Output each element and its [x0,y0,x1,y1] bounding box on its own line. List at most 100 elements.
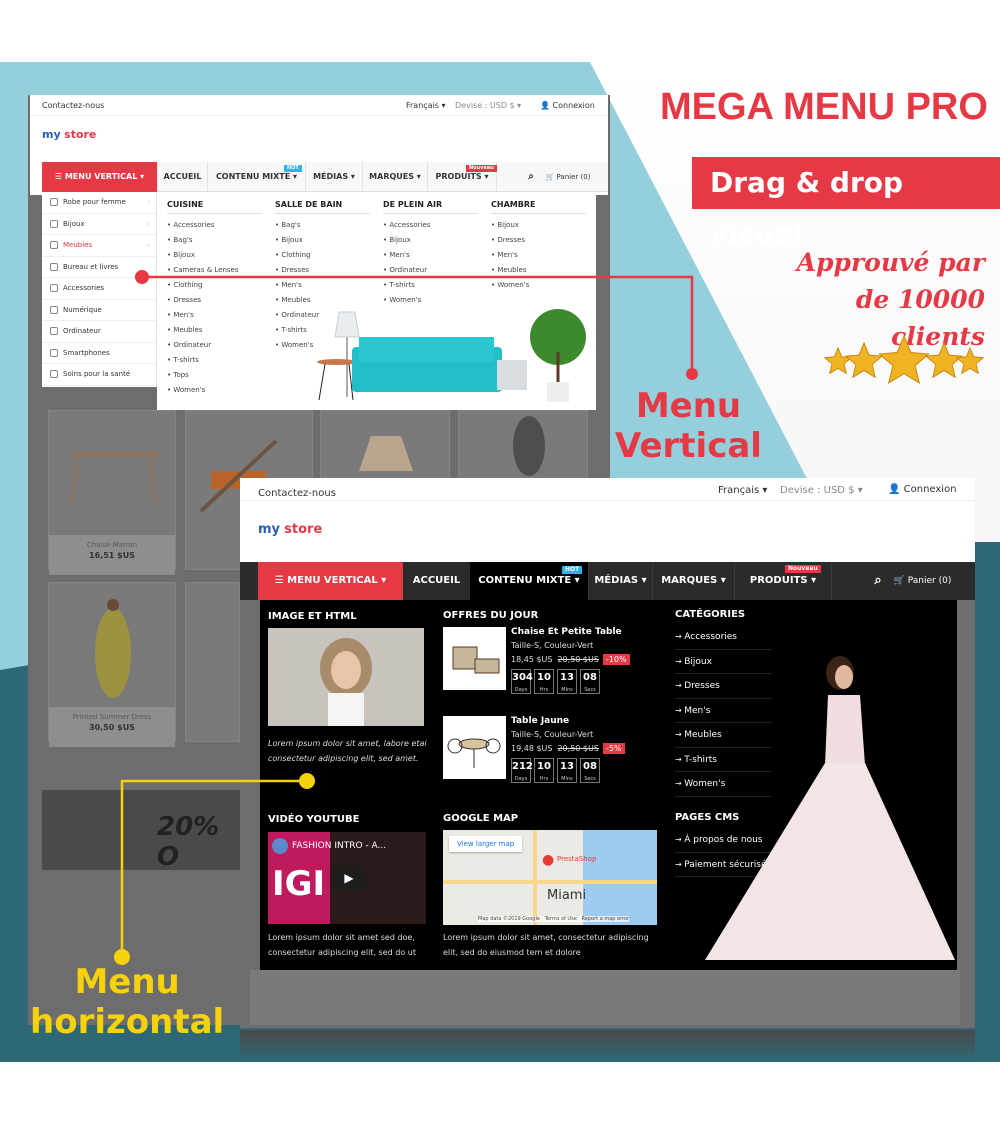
nav-brands[interactable]: MARQUES ▾ [362,162,427,192]
promo-subtitle: Drag & drop visuel [692,157,1000,251]
dress-model-image [513,416,545,476]
countdown-seconds: 08 Secs [580,669,600,694]
logo-store: store [64,128,97,141]
search-icon[interactable]: ⌕ [524,162,538,192]
countdown-days: 304 Days [511,669,533,694]
nav-media[interactable]: MÉDIAS ▾ [305,162,362,192]
star-icon [878,334,930,385]
column-title: SALLE DE BAIN [275,200,370,214]
hot-badge: HOT [562,566,583,574]
mega-link[interactable]: Accessories [383,218,478,233]
login-link[interactable]: 👤 Connexion [888,484,957,495]
woman-photo[interactable] [268,628,424,726]
menu-item-label: Soins pour la santé [63,370,131,379]
language-select[interactable]: Français ▾ [718,485,767,496]
nav-mixed-content[interactable]: CONTENU MIXTE ▾ HOT [207,162,305,192]
nav-products[interactable]: PRODUITS ▾ Nouveau [427,162,497,192]
chevron-right-icon: › [147,219,150,228]
vertical-menu-toggle[interactable]: ☰ MENU VERTICAL ▾ [42,162,157,192]
mega-link[interactable]: Accessories [167,218,262,233]
offer-item[interactable]: Chaise Et Petite Table Taille-S, Couleur… [443,627,673,694]
nav-products[interactable]: PRODUITS ▾ Nouveau [734,562,832,600]
offer-details: Table Jaune Taille-S, Couleur-Vert 19,48… [511,716,625,783]
nav-home[interactable]: ACCUEIL [157,162,207,192]
product-name: Printed Summer Dress [72,713,152,721]
language-select[interactable]: Français ▾ [406,101,446,110]
product-name: Chaise Marron [86,541,138,549]
offer-old-price: 20,50 $US [557,744,599,753]
mega-link[interactable]: Bijoux [383,233,478,248]
menu-item-label: Smartphones [63,348,110,357]
mega-link[interactable]: Clothing [275,248,370,263]
mega-link[interactable]: Bijoux [275,233,370,248]
nav-label: MENU VERTICAL [64,172,138,181]
mega-link[interactable]: Dresses [491,233,586,248]
cart-button[interactable]: 🛒 Panier (0) [890,562,955,600]
label-menu-horizontal: Menu horizontal [30,962,224,1042]
nav-label: MARQUES [661,575,718,586]
vertical-menu-toggle[interactable]: ☰ MENU VERTICAL ▾ [258,562,403,600]
play-icon[interactable]: ▶ [332,865,366,891]
offer-details: Chaise Et Petite Table Taille-S, Couleur… [511,627,630,694]
chevron-right-icon: › [147,198,150,207]
mega-link[interactable]: Men's [491,248,586,263]
cart-button[interactable]: 🛒 Panier (0) [542,162,594,192]
menu-item-label: Robe pour femme [63,198,126,207]
mega-link[interactable]: Bag's [275,218,370,233]
contact-link[interactable]: Contactez-nous [258,488,336,499]
discount-badge: -5% [602,743,625,754]
countdown-minutes: 13 Mins [557,758,577,783]
mega-link[interactable]: Men's [383,248,478,263]
nav-label: CONTENU MIXTE [215,172,291,181]
mega-link[interactable]: Bijoux [167,248,262,263]
currency-select[interactable]: Devise : USD $ ▾ [780,485,863,496]
product-tile [185,582,240,742]
search-icon[interactable]: ⌕ [870,562,886,600]
logo-my: my [42,128,61,141]
diamond-icon [50,219,58,228]
map-road [533,830,537,925]
label-line: Vertical [615,426,762,466]
map-marker-icon[interactable]: ● [542,852,554,868]
store-logo[interactable]: my store [258,522,322,537]
map-road [443,880,657,884]
divider [30,115,608,116]
mega-link[interactable]: Bijoux [491,218,586,233]
countdown-minutes: 13 Mins [557,669,577,694]
vertical-callout-line [135,270,698,380]
offer-item[interactable]: Table Jaune Taille-S, Couleur-Vert 19,48… [443,716,673,783]
horizontal-mega-dropdown: IMAGE ET HTML Lorem ipsum dolor sit amet… [260,600,957,970]
cart-icon: 🛒 [893,576,905,586]
lamp-image [359,436,413,471]
nav-media[interactable]: MÉDIAS ▾ [588,562,652,600]
vertical-menu-item[interactable]: Meubles › [42,235,156,257]
discount-badge: -10% [602,654,630,665]
currency-select[interactable]: Devise : USD $ ▾ [455,101,521,110]
login-label: Connexion [552,101,595,110]
star-icon [955,346,985,375]
offer-old-price: 20,50 $US [557,655,599,664]
nav-home[interactable]: ACCUEIL [403,562,470,600]
mega-link[interactable]: Bag's [167,233,262,248]
tagline-line: Approuvé par [796,248,985,277]
nav-mixed-content[interactable]: CONTENU MIXTE ▾ HOT [470,562,588,600]
category-link[interactable]: Accessories [675,625,772,650]
chevron-right-icon: › [147,241,150,250]
nav-brands[interactable]: MARQUES ▾ [652,562,734,600]
offer-price: 19,48 $US [511,744,553,753]
vertical-menu-item[interactable]: Bijoux › [42,214,156,235]
offer-variant: Taille-S, Couleur-Vert [511,730,594,739]
new-badge: Nouveau [466,165,497,172]
google-map[interactable]: View larger map ● PrestaShop Miami Map d… [443,830,657,925]
view-larger-map-link[interactable]: View larger map [449,836,523,852]
menu-item-label: Ordinateur [63,327,101,336]
cart-label: Panier (0) [907,576,952,586]
nav-label: MÉDIAS [313,172,349,181]
store-logo[interactable]: my store [42,128,96,141]
nav-label: MARQUES [369,172,415,181]
column-title: CHAMBRE [491,200,586,214]
vertical-menu-item[interactable]: Robe pour femme › [42,192,156,214]
mega-link[interactable]: Women's [167,383,262,398]
contact-link[interactable]: Contactez-nous [42,101,104,110]
login-link[interactable]: 👤 Connexion [540,101,595,110]
